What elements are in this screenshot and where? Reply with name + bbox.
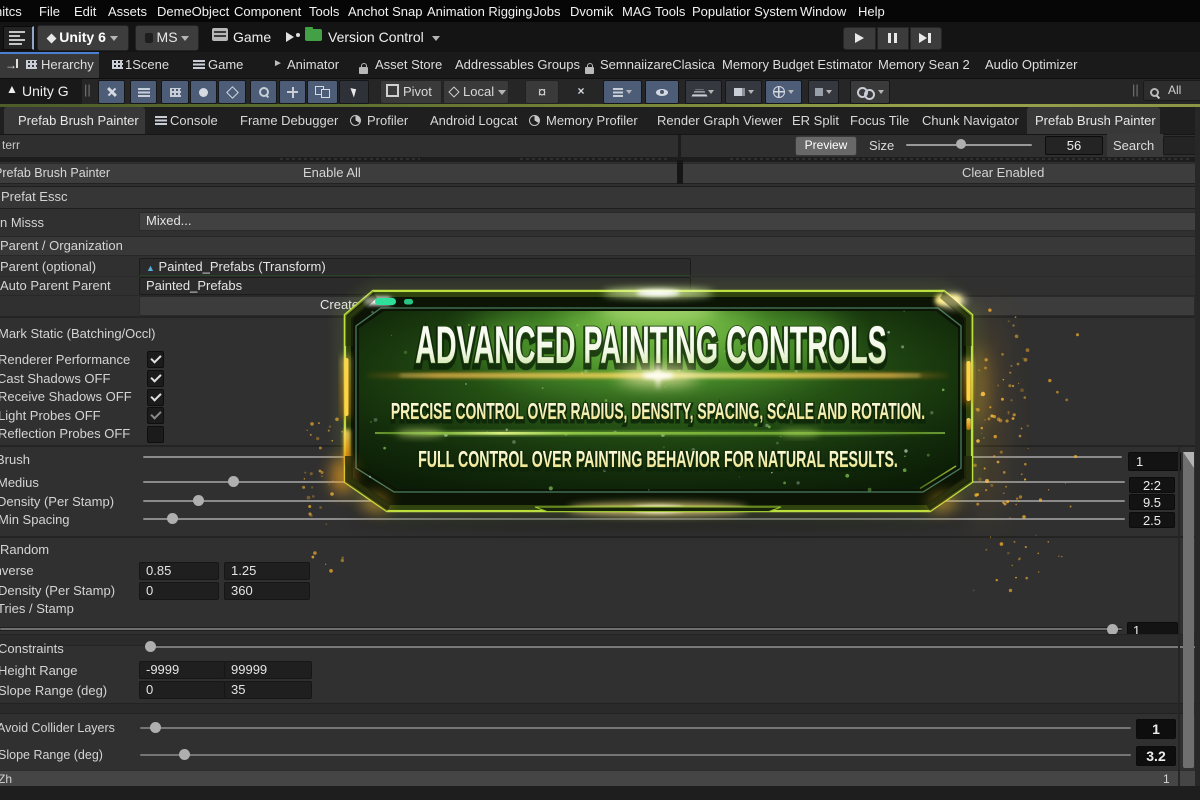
svg-text:FULL CONTROL OVER PAINTING BEH: FULL CONTROL OVER PAINTING BEHAVIOR FOR …: [418, 448, 898, 473]
svg-text:PRECISE CONTROL OVER RADIUS, D: PRECISE CONTROL OVER RADIUS, DENSITY, SP…: [391, 400, 925, 425]
svg-text:ADVANCED PAINTING CONTROLS: ADVANCED PAINTING CONTROLS: [415, 316, 887, 376]
